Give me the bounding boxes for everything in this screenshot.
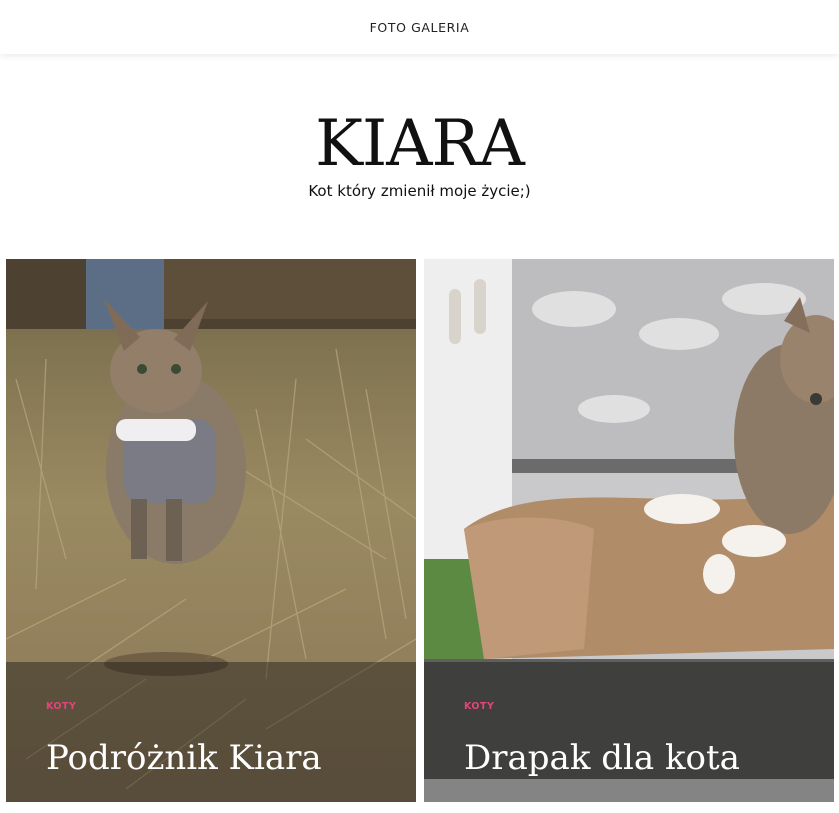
post-title[interactable]: Podróżnik Kiara xyxy=(46,738,322,778)
post-card-podroznik-kiara[interactable]: KOTY Podróżnik Kiara xyxy=(6,259,416,802)
nav-link-foto-galeria[interactable]: FOTO GALERIA xyxy=(370,20,470,35)
post-caption-overlay xyxy=(424,662,834,802)
site-tagline: Kot który zmienił moje życie;) xyxy=(308,182,531,200)
post-caption-overlay xyxy=(6,662,416,802)
post-card-drapak-dla-kota[interactable]: KOTY Drapak dla kota xyxy=(424,259,834,802)
post-category-label[interactable]: KOTY xyxy=(464,701,494,712)
site-title[interactable]: KIARA xyxy=(0,108,839,180)
top-navigation: FOTO GALERIA xyxy=(0,0,839,54)
post-category-label[interactable]: KOTY xyxy=(46,701,76,712)
post-title[interactable]: Drapak dla kota xyxy=(464,738,740,778)
